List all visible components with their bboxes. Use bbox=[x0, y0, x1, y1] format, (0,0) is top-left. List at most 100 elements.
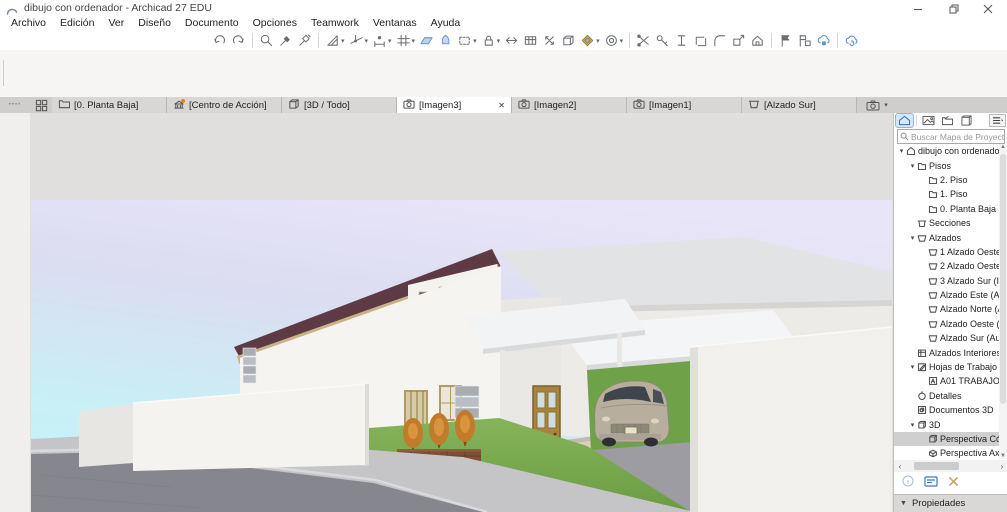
scroll-right-icon[interactable]: › bbox=[996, 462, 1007, 471]
tree-item-alzado-este-auto-r[interactable]: Alzado Este (Auto-R bbox=[894, 288, 1000, 302]
properties-panel-header[interactable]: ▼ Propiedades bbox=[894, 494, 1007, 512]
close-icon[interactable] bbox=[971, 0, 1005, 17]
tree-vertical-scrollbar[interactable]: ▲ ▼ bbox=[999, 144, 1007, 459]
undo-icon[interactable] bbox=[210, 31, 229, 50]
pickup-parameters-icon[interactable] bbox=[276, 31, 295, 50]
tree-item-3-alzado-sur-indepe[interactable]: 3 Alzado Sur (Indepe bbox=[894, 274, 1000, 288]
scroll-up-icon[interactable]: ▲ bbox=[999, 144, 1007, 150]
zoom-selection-icon[interactable] bbox=[257, 31, 276, 50]
scroll-left-icon[interactable]: ‹ bbox=[894, 462, 906, 471]
tabbar-drag-handle[interactable]: •••• bbox=[0, 97, 30, 113]
tree-item-0-planta-baja[interactable]: 0. Planta Baja bbox=[894, 202, 1000, 216]
info-icon[interactable] bbox=[902, 474, 914, 492]
renovation-filter-icon[interactable]: ▾ bbox=[578, 31, 602, 50]
project-map-icon[interactable] bbox=[896, 114, 913, 127]
transform-icon[interactable] bbox=[502, 31, 521, 50]
menu-opciones[interactable]: Opciones bbox=[246, 17, 304, 30]
publisher-icon[interactable] bbox=[958, 114, 975, 127]
modify-box-icon[interactable] bbox=[559, 31, 578, 50]
grid-snap-icon[interactable]: ▾ bbox=[394, 31, 418, 50]
menu-documento[interactable]: Documento bbox=[178, 17, 246, 30]
cloud-sync-icon[interactable] bbox=[842, 31, 861, 50]
guide-lines-icon[interactable]: ▾ bbox=[323, 31, 347, 50]
tree-item-1-piso[interactable]: 1. Piso bbox=[894, 187, 1000, 201]
expander-open-icon[interactable]: ▾ bbox=[908, 234, 917, 242]
delete-icon[interactable] bbox=[948, 474, 959, 492]
flag-icon[interactable] bbox=[776, 31, 795, 50]
menu-edicion[interactable]: Edición bbox=[53, 17, 101, 30]
tab-overflow-icon[interactable]: ▾ bbox=[859, 97, 895, 113]
tree-horizontal-scrollbar[interactable]: ‹ › bbox=[894, 460, 1007, 472]
layout-book-icon[interactable] bbox=[939, 114, 956, 127]
expander-open-icon[interactable]: ▾ bbox=[908, 421, 917, 429]
cloud-box-icon[interactable] bbox=[814, 31, 833, 50]
quick-layout-icon[interactable] bbox=[30, 97, 52, 113]
tab-imagen3[interactable]: [Imagen3]✕ bbox=[397, 97, 512, 113]
tree-item-perspectiva-conica[interactable]: Perspectiva Cónica bbox=[894, 432, 1000, 446]
tree-item-secciones[interactable]: Secciones bbox=[894, 216, 1000, 230]
tab-imagen2[interactable]: [Imagen2] bbox=[512, 97, 627, 113]
menu-diseno[interactable]: Diseño bbox=[131, 17, 178, 30]
expander-open-icon[interactable]: ▾ bbox=[897, 147, 906, 155]
dimensions-table-icon[interactable] bbox=[521, 31, 540, 50]
editing-plane-icon[interactable] bbox=[417, 31, 436, 50]
dock-handle[interactable] bbox=[3, 60, 4, 86]
search-input[interactable] bbox=[911, 132, 1004, 142]
gravity-icon[interactable] bbox=[436, 31, 455, 50]
index-card-icon[interactable] bbox=[924, 474, 938, 492]
adjust-icon[interactable] bbox=[653, 31, 672, 50]
render-viewport[interactable] bbox=[30, 113, 893, 512]
marquee-icon[interactable]: ▾ bbox=[455, 31, 479, 50]
tab-0-planta-baja[interactable]: [0. Planta Baja] bbox=[52, 97, 167, 113]
tree-item-alzado-oeste-auto[interactable]: Alzado Oeste (Auto- bbox=[894, 317, 1000, 331]
tree-item-alzado-norte-auto[interactable]: Alzado Norte (Auto- bbox=[894, 302, 1000, 316]
snap-points-icon[interactable]: ▾ bbox=[370, 31, 394, 50]
tree-item-1-alzado-oeste-inde[interactable]: 1 Alzado Oeste (Inde bbox=[894, 245, 1000, 259]
intersect-icon[interactable] bbox=[691, 31, 710, 50]
restore-icon[interactable] bbox=[937, 0, 971, 17]
expander-open-icon[interactable]: ▾ bbox=[908, 363, 917, 371]
tree-item-alzados-interiores[interactable]: Alzados Interiores bbox=[894, 345, 1000, 359]
flag-paste-icon[interactable] bbox=[795, 31, 814, 50]
redo-icon[interactable] bbox=[229, 31, 248, 50]
tree-item-perspectiva-axonom[interactable]: Perspectiva Axonom bbox=[894, 446, 1000, 459]
fillet-icon[interactable] bbox=[710, 31, 729, 50]
tree-item-alzado-sur-auto-re[interactable]: Alzado Sur (Auto-Re bbox=[894, 331, 1000, 345]
tree-item-pisos[interactable]: ▾Pisos bbox=[894, 158, 1000, 172]
view-map-icon[interactable] bbox=[920, 114, 937, 127]
tree-item-alzados[interactable]: ▾Alzados bbox=[894, 230, 1000, 244]
menu-ayuda[interactable]: Ayuda bbox=[424, 17, 468, 30]
tab-3d-todo[interactable]: [3D / Todo] bbox=[282, 97, 397, 113]
menu-ver[interactable]: Ver bbox=[101, 17, 131, 30]
snap-guides-icon[interactable]: ▾ bbox=[347, 31, 371, 50]
tree-item-a01-trabajo-fina[interactable]: A01 TRABAJO FINA bbox=[894, 374, 1000, 388]
tab-alzado-sur[interactable]: [Alzado Sur] bbox=[742, 97, 857, 113]
stretch-icon[interactable] bbox=[540, 31, 559, 50]
tree-item-dibujo-con-ordenador[interactable]: ▾dibujo con ordenador bbox=[894, 144, 1000, 158]
menu-teamwork[interactable]: Teamwork bbox=[304, 17, 366, 30]
suspend-groups-icon[interactable]: ▾ bbox=[479, 31, 503, 50]
panel-menu-icon[interactable] bbox=[989, 114, 1006, 127]
split-icon[interactable] bbox=[634, 31, 653, 50]
tree-item-detalles[interactable]: Detalles bbox=[894, 389, 1000, 403]
tree-item-hojas-de-trabajo[interactable]: ▾Hojas de Trabajo bbox=[894, 360, 1000, 374]
inject-parameters-icon[interactable] bbox=[295, 31, 314, 50]
tab-imagen1[interactable]: [Imagen1] bbox=[627, 97, 742, 113]
resize-icon[interactable] bbox=[729, 31, 748, 50]
menu-archivo[interactable]: Archivo bbox=[4, 17, 53, 30]
menu-ventanas[interactable]: Ventanas bbox=[366, 17, 424, 30]
scroll-down-icon[interactable]: ▼ bbox=[999, 453, 1007, 459]
tree-item-2-alzado-oeste-inde[interactable]: 2 Alzado Oeste (Inde bbox=[894, 259, 1000, 273]
tab-centro-de-acción[interactable]: [Centro de Acción] bbox=[167, 97, 282, 113]
tree-item-3d[interactable]: ▾3D bbox=[894, 417, 1000, 431]
expander-open-icon[interactable]: ▾ bbox=[908, 162, 917, 170]
minimize-icon[interactable] bbox=[901, 0, 935, 17]
tree-item-documentos-3d[interactable]: Documentos 3D bbox=[894, 403, 1000, 417]
close-tab-icon[interactable]: ✕ bbox=[498, 101, 505, 110]
tree-item-2-piso[interactable]: 2. Piso bbox=[894, 173, 1000, 187]
project-map-search[interactable] bbox=[897, 129, 1005, 144]
trim-icon[interactable] bbox=[672, 31, 691, 50]
pen-set-icon[interactable]: ▾ bbox=[602, 31, 626, 50]
hscroll-thumb[interactable] bbox=[914, 462, 959, 470]
home-story-icon[interactable] bbox=[748, 31, 767, 50]
